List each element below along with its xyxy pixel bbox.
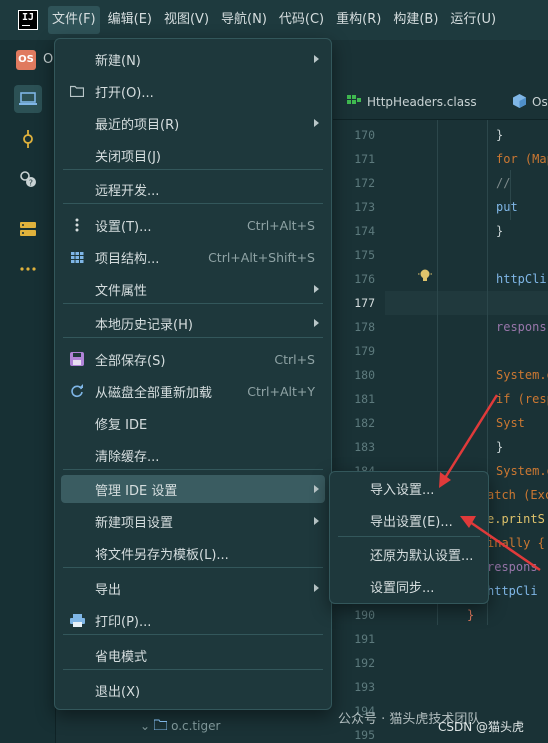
chevron-down-icon: ⌄: [140, 719, 151, 733]
watermark-csdn: CSDN @猫头虎: [438, 720, 525, 734]
arrow-head-import: [439, 472, 451, 488]
project-tree-row[interactable]: ⌄ o.c.tiger: [140, 719, 220, 733]
package-folder-icon: [153, 719, 168, 733]
arrow-to-export: [469, 520, 541, 572]
annotation-arrows: [439, 394, 541, 572]
arrow-to-import: [443, 394, 499, 479]
tree-row-label: o.c.tiger: [171, 719, 221, 733]
arrow-head-export: [460, 516, 476, 528]
